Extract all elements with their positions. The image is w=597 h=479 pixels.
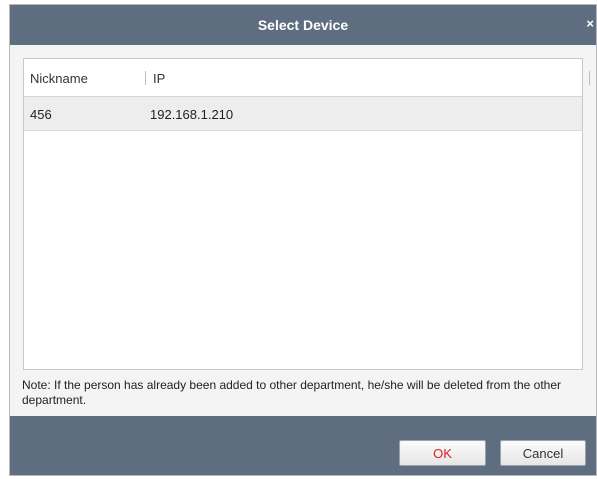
note-text: Note: If the person has already been add… [22,378,562,407]
select-device-dialog: Select Device × Nickname IP 456 192.168.… [9,4,597,476]
column-resize-handle[interactable] [145,71,146,85]
column-header-ip[interactable]: IP [153,59,165,97]
device-table: Nickname IP 456 192.168.1.210 [23,58,590,370]
dialog-footer: OK Cancel [10,416,596,475]
column-header-nickname[interactable]: Nickname [30,59,88,97]
close-icon[interactable]: × [586,17,594,30]
column-resize-handle[interactable] [589,71,590,85]
dialog-titlebar: Select Device × [10,5,596,45]
cell-ip: 192.168.1.210 [150,106,234,122]
dialog-title: Select Device [257,17,349,33]
ok-button[interactable]: OK [399,440,486,466]
cancel-button[interactable]: Cancel [500,440,586,466]
cell-nickname: 456 [30,106,52,122]
table-header: Nickname IP [24,59,590,97]
table-row[interactable]: 456 192.168.1.210 [24,97,582,131]
